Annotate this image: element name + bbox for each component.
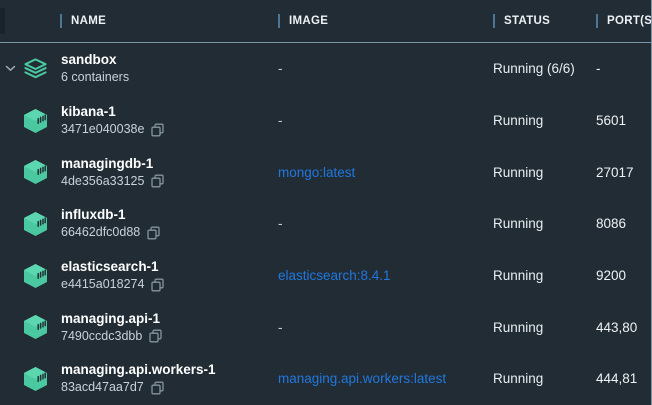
container-id: 66462dfc0d88: [61, 224, 140, 241]
column-header-label: IMAGE: [289, 15, 328, 27]
name-cell: kibana-1 3471e040038e: [52, 103, 270, 138]
container-id: e4415a018274: [61, 276, 144, 293]
name-cell: managingdb-1 4de356a33125: [52, 155, 270, 190]
image-link[interactable]: mongo:latest: [270, 165, 485, 180]
column-header-label: PORT(S): [607, 15, 652, 27]
container-id: 4de356a33125: [61, 173, 144, 190]
table-row[interactable]: influxdb-1 66462dfc0d88 - Running 8086: [0, 198, 651, 250]
table-row[interactable]: sandbox 6 containers - Running (6/6) -: [0, 43, 651, 95]
copy-icon[interactable]: [151, 381, 164, 395]
container-name[interactable]: managing.api.workers-1: [61, 361, 270, 379]
image-link[interactable]: elasticsearch:8.4.1: [270, 268, 485, 283]
corner-notch: [0, 8, 5, 34]
container-subtext: 6 containers: [61, 69, 270, 86]
ports-text: 443,80: [588, 320, 652, 335]
row-controls: [0, 250, 52, 302]
ports-text: 444,81: [588, 371, 652, 386]
container-name[interactable]: managing.api-1: [61, 310, 270, 328]
containers-table: NAME IMAGE STATUS PORT(S): [0, 0, 652, 405]
ports-text: 27017: [588, 165, 652, 180]
copy-icon[interactable]: [149, 329, 162, 343]
status-text: Running: [485, 165, 588, 180]
image-link: -: [270, 61, 485, 76]
container-id: 83acd47aa7d7: [61, 379, 144, 396]
table-header: NAME IMAGE STATUS PORT(S): [0, 0, 651, 43]
copy-icon[interactable]: [151, 123, 164, 137]
image-link: -: [270, 113, 485, 128]
column-header-ports: PORT(S): [588, 0, 652, 42]
container-cube-icon: [20, 263, 50, 289]
row-controls: [0, 95, 52, 147]
image-link: -: [270, 216, 485, 231]
container-subtext: 83acd47aa7d7: [61, 379, 270, 396]
header-controls-spacer: [0, 0, 52, 42]
name-cell: influxdb-1 66462dfc0d88: [52, 206, 270, 241]
copy-icon[interactable]: [151, 278, 164, 292]
name-cell: sandbox 6 containers: [52, 51, 270, 86]
column-header-status: STATUS: [485, 0, 588, 42]
table-row[interactable]: elasticsearch-1 e4415a018274 elasticsear…: [0, 250, 651, 302]
name-cell: managing.api-1 7490ccdc3dbb: [52, 310, 270, 345]
name-cell: managing.api.workers-1 83acd47aa7d7: [52, 361, 270, 396]
ports-text: 5601: [588, 113, 652, 128]
container-subtext: 7490ccdc3dbb: [61, 328, 270, 345]
column-header-name: NAME: [52, 0, 270, 42]
status-text: Running (6/6): [485, 61, 588, 76]
container-id: 6 containers: [61, 69, 129, 86]
column-separator: [278, 14, 280, 28]
ports-text: 9200: [588, 268, 652, 283]
container-name[interactable]: influxdb-1: [61, 206, 270, 224]
copy-icon[interactable]: [147, 226, 160, 240]
container-subtext: 4de356a33125: [61, 173, 270, 190]
name-cell: elasticsearch-1 e4415a018274: [52, 258, 270, 293]
status-text: Running: [485, 268, 588, 283]
row-controls: [0, 198, 52, 250]
column-header-image: IMAGE: [270, 0, 485, 42]
container-cube-icon: [20, 211, 50, 237]
status-text: Running: [485, 320, 588, 335]
image-link[interactable]: managing.api.workers:latest: [270, 371, 485, 386]
container-name[interactable]: sandbox: [61, 51, 270, 69]
container-cube-icon: [20, 108, 50, 134]
container-id: 7490ccdc3dbb: [61, 328, 142, 345]
table-row[interactable]: managing.api-1 7490ccdc3dbb - Running 44…: [0, 301, 651, 353]
container-cube-icon: [20, 366, 50, 392]
container-id: 3471e040038e: [61, 121, 144, 138]
table-row[interactable]: kibana-1 3471e040038e - Running 5601: [0, 95, 651, 147]
status-text: Running: [485, 216, 588, 231]
container-name[interactable]: elasticsearch-1: [61, 258, 270, 276]
table-row[interactable]: managingdb-1 4de356a33125 mongo:latest R…: [0, 146, 651, 198]
container-subtext: e4415a018274: [61, 276, 270, 293]
column-separator: [493, 14, 495, 28]
chevron-down-icon[interactable]: [5, 65, 20, 72]
row-controls: [0, 43, 52, 95]
copy-icon[interactable]: [151, 174, 164, 188]
status-text: Running: [485, 113, 588, 128]
container-subtext: 3471e040038e: [61, 121, 270, 138]
ports-text: 8086: [588, 216, 652, 231]
row-controls: [0, 353, 52, 405]
column-header-label: STATUS: [504, 15, 550, 27]
status-text: Running: [485, 371, 588, 386]
table-row[interactable]: managing.api.workers-1 83acd47aa7d7 mana…: [0, 353, 651, 405]
container-subtext: 66462dfc0d88: [61, 224, 270, 241]
row-controls: [0, 301, 52, 353]
ports-text: -: [588, 61, 652, 76]
row-controls: [0, 146, 52, 198]
container-cube-icon: [20, 314, 50, 340]
layers-stack-icon: [20, 57, 50, 81]
column-separator: [60, 14, 62, 28]
column-header-label: NAME: [71, 15, 106, 27]
container-cube-icon: [20, 159, 50, 185]
image-link: -: [270, 320, 485, 335]
column-separator: [596, 14, 598, 28]
container-name[interactable]: managingdb-1: [61, 155, 270, 173]
table-body: sandbox 6 containers - Running (6/6) -: [0, 43, 651, 405]
container-name[interactable]: kibana-1: [61, 103, 270, 121]
